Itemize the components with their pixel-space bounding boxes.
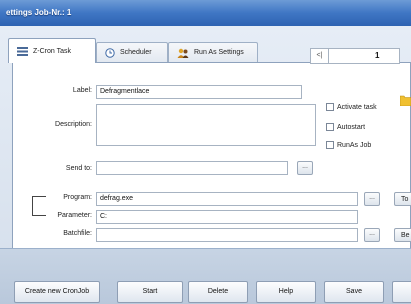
batchfile-caption: Batchfile:	[63, 230, 92, 237]
checkbox-label: Activate task	[337, 103, 377, 111]
tab-label: Z-Cron Task	[33, 47, 71, 55]
sendto-field[interactable]	[96, 161, 288, 175]
sendto-caption: Send to:	[65, 165, 92, 172]
program-bracket	[32, 196, 46, 216]
window-title: ettings Job-Nr.: 1	[0, 0, 411, 26]
program-field[interactable]: defrag.exe	[96, 192, 358, 206]
start-button[interactable]: Start	[117, 281, 183, 303]
checkbox-box[interactable]	[326, 103, 334, 111]
clock-icon	[105, 47, 115, 58]
activate-task-checkbox[interactable]: Activate task	[326, 103, 377, 111]
tab-run-as-settings[interactable]: Run As Settings	[168, 42, 258, 62]
autostart-checkbox[interactable]: Autostart	[326, 123, 365, 131]
job-number-value: 1	[375, 51, 380, 60]
delete-button[interactable]: Delete	[188, 281, 248, 303]
parameter-field[interactable]: C:	[96, 210, 358, 224]
folder-icon[interactable]	[399, 94, 411, 107]
description-caption: Description:	[55, 121, 92, 128]
checkbox-box[interactable]	[326, 141, 334, 149]
save-button[interactable]: Save	[324, 281, 384, 303]
tab-scheduler[interactable]: Scheduler	[96, 42, 168, 62]
sendto-browse-button[interactable]: ...	[297, 161, 313, 175]
checkbox-box[interactable]	[326, 123, 334, 131]
job-number-spinner[interactable]: <| 1	[310, 48, 400, 64]
tab-z-cron-task[interactable]: Z-Cron Task	[8, 38, 96, 63]
label-field[interactable]: Defragmentlace	[96, 85, 302, 99]
list-icon	[17, 46, 28, 56]
batchfile-side-button[interactable]: Be	[394, 228, 411, 242]
program-side-button[interactable]: To	[394, 192, 411, 206]
users-icon	[177, 48, 189, 58]
batchfile-browse-button[interactable]: ...	[364, 228, 380, 242]
label-caption: Label:	[72, 87, 92, 94]
spinner-left-arrow[interactable]: <|	[311, 49, 329, 63]
checkbox-label: RunAs Job	[337, 141, 372, 149]
more-button[interactable]	[392, 281, 411, 303]
tab-label: Run As Settings	[194, 49, 244, 56]
checkbox-label: Autostart	[337, 123, 366, 131]
runas-job-checkbox[interactable]: RunAs Job	[326, 141, 371, 149]
tab-label: Scheduler	[120, 49, 152, 56]
parameter-caption: Parameter:	[57, 212, 92, 219]
create-cronjob-button[interactable]: Create new CronJob	[14, 281, 100, 303]
batchfile-field[interactable]	[96, 228, 358, 242]
help-button[interactable]: Help	[256, 281, 316, 303]
description-field[interactable]	[96, 104, 316, 146]
program-browse-button[interactable]: ...	[364, 192, 380, 206]
program-caption: Program:	[63, 194, 92, 201]
